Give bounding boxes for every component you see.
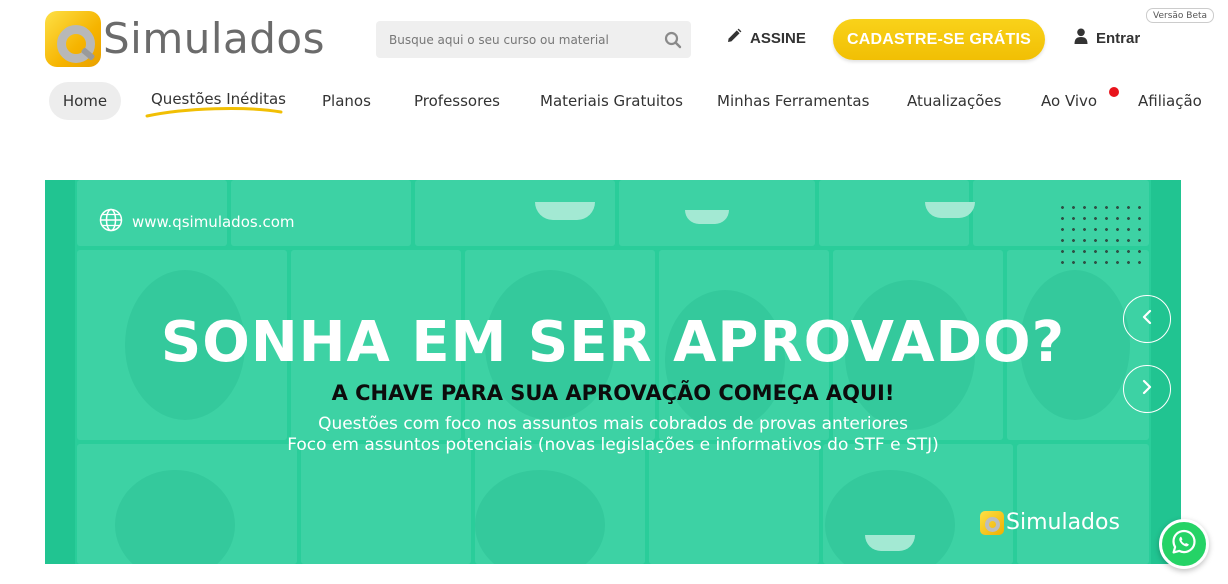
nav-item-professores[interactable]: Professores (414, 82, 500, 120)
search-bar[interactable]: Busque aqui o seu curso ou material (376, 21, 691, 58)
beta-badge: Versão Beta (1146, 8, 1215, 23)
carousel-prev-button[interactable] (1123, 295, 1171, 343)
site-logo[interactable]: Simulados (45, 8, 360, 70)
search-input[interactable]: Busque aqui o seu curso ou material (376, 33, 655, 47)
banner-site-url: www.qsimulados.com (99, 208, 295, 236)
pencil-icon (726, 28, 742, 48)
banner-subheadline: A CHAVE PARA SUA APROVAÇÃO COMEÇA AQUI! (331, 381, 895, 405)
chevron-right-icon (1141, 379, 1153, 400)
chevron-left-icon (1141, 309, 1153, 330)
assine-link[interactable]: ASSINE (726, 28, 806, 48)
whatsapp-icon (1170, 528, 1198, 561)
assine-label: ASSINE (750, 29, 806, 47)
banner-logo: Simulados (980, 510, 1120, 535)
logo-q-mark (45, 11, 101, 67)
whatsapp-button[interactable] (1159, 519, 1209, 569)
logo-text: Simulados (103, 14, 326, 63)
nav-item-planos[interactable]: Planos (322, 82, 371, 120)
nav-item-afiliacao[interactable]: Afiliação (1138, 82, 1202, 120)
nav-item-home[interactable]: Home (49, 82, 121, 120)
dot-pattern (1057, 202, 1149, 266)
carousel-next-button[interactable] (1123, 365, 1171, 413)
banner-headline: SONHA EM SER APROVADO? (160, 310, 1066, 375)
login-link[interactable]: Entrar (1074, 28, 1140, 48)
nav-item-atualizacoes[interactable]: Atualizações (907, 82, 1001, 120)
search-icon[interactable] (655, 21, 691, 58)
nav-item-materiais-gratuitos[interactable]: Materiais Gratuitos (540, 82, 683, 120)
banner-text-line-2: Foco em assuntos potenciais (novas legis… (287, 435, 939, 455)
entrar-label: Entrar (1096, 29, 1141, 47)
banner-logo-mark (980, 510, 1004, 535)
nav-item-ao-vivo[interactable]: Ao Vivo (1041, 82, 1097, 120)
globe-icon (99, 208, 123, 236)
live-indicator-dot (1109, 87, 1119, 97)
hero-banner[interactable]: www.qsimulados.com SONHA EM SER APROVADO… (45, 180, 1181, 564)
nav-item-minhas-ferramentas[interactable]: Minhas Ferramentas (717, 82, 869, 120)
banner-logo-text: Simulados (1006, 510, 1120, 535)
active-underline-swoosh (145, 107, 283, 118)
site-url-text: www.qsimulados.com (132, 213, 295, 231)
signup-free-button[interactable]: CADASTRE-SE GRÁTIS (833, 19, 1045, 60)
user-icon (1074, 28, 1088, 48)
banner-text-line-1: Questões com foco nos assuntos mais cobr… (318, 414, 908, 434)
